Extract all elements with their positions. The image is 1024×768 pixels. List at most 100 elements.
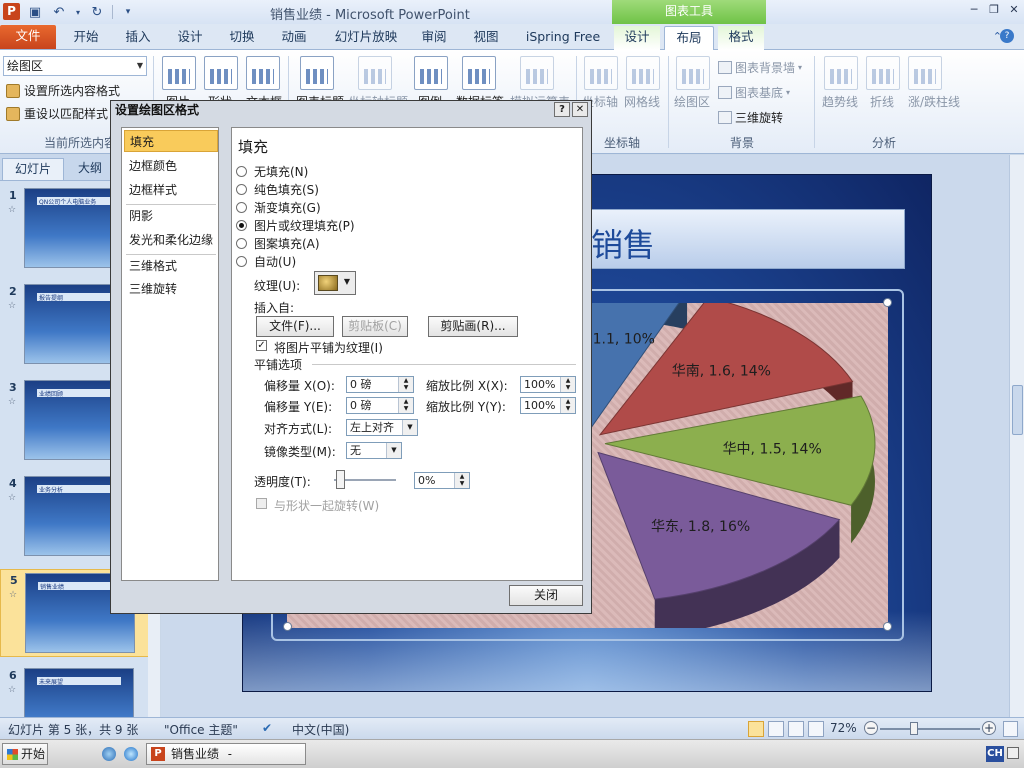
nav-fill[interactable]: 填充: [124, 130, 218, 152]
dialog-help-button[interactable]: ?: [554, 102, 570, 117]
zoom-slider-knob[interactable]: [910, 722, 918, 735]
nav-border-color[interactable]: 边框颜色: [124, 155, 218, 177]
reset-style-button[interactable]: 重设以匹配样式: [6, 105, 108, 122]
scale-x-input[interactable]: 100% ▲ ▼: [520, 376, 576, 393]
chart-elements-combo[interactable]: 绘图区 ▼: [3, 56, 147, 76]
spinner-arrows-icon[interactable]: ▲ ▼: [398, 377, 413, 392]
radio-pattern-fill[interactable]: 图案填充(A): [236, 235, 320, 252]
language-status[interactable]: 中文(中国): [292, 721, 349, 738]
resize-handle[interactable]: [283, 622, 292, 631]
nav-3d-rotation[interactable]: 三维旋转: [124, 278, 218, 300]
radio-gradient-fill[interactable]: 渐变填充(G): [236, 199, 321, 216]
zoom-slider-track[interactable]: [880, 728, 980, 730]
spinner-arrows-icon[interactable]: ▲ ▼: [560, 377, 575, 392]
redo-icon[interactable]: ↻: [88, 3, 106, 21]
tab-file[interactable]: 文件: [0, 25, 56, 49]
customize-qat-icon[interactable]: ▾: [119, 3, 137, 21]
save-icon[interactable]: ▣: [26, 3, 44, 21]
insert-clipart-button[interactable]: 剪贴画(R)...: [428, 316, 518, 337]
tray-icon[interactable]: [1007, 747, 1019, 759]
tab-design[interactable]: 设计: [168, 26, 212, 50]
spinner-arrows-icon[interactable]: ▲ ▼: [560, 398, 575, 413]
slide-thumbnail[interactable]: 未来展望: [24, 668, 134, 717]
nav-3d-format[interactable]: 三维格式: [124, 255, 218, 277]
zoom-out-button[interactable]: −: [864, 721, 878, 735]
reading-view-icon[interactable]: [788, 721, 804, 737]
normal-view-icon[interactable]: [748, 721, 764, 737]
lines-button[interactable]: [866, 56, 900, 90]
tab-insert[interactable]: 插入: [116, 26, 160, 50]
scrollbar-thumb[interactable]: [1012, 385, 1023, 435]
undo-icon[interactable]: ↶: [50, 3, 68, 21]
zoom-level[interactable]: 72%: [830, 721, 857, 735]
transparency-input[interactable]: 0% ▲ ▼: [414, 472, 470, 489]
transparency-slider-knob[interactable]: [336, 470, 345, 489]
insert-clipboard-button[interactable]: 剪贴板(C): [342, 316, 408, 337]
restore-button[interactable]: ❐: [986, 2, 1002, 18]
insert-file-button[interactable]: 文件(F)...: [256, 316, 334, 337]
slide-thumbnail-row[interactable]: 6 ☆ 未来展望: [0, 665, 150, 717]
gridlines-button[interactable]: [626, 56, 660, 90]
insert-textbox-button[interactable]: [246, 56, 280, 90]
format-selection-button[interactable]: 设置所选内容格式: [6, 82, 120, 99]
spinner-arrows-icon[interactable]: ▲ ▼: [454, 473, 469, 488]
nav-glow-soft-edges[interactable]: 发光和柔化边缘: [124, 229, 218, 251]
close-window-button[interactable]: ✕: [1006, 2, 1022, 18]
powerpoint-logo-icon[interactable]: P: [3, 3, 20, 20]
fit-to-window-icon[interactable]: [1003, 721, 1018, 737]
rotation-3d-button[interactable]: 三维旋转: [718, 109, 783, 126]
minimize-button[interactable]: ─: [966, 2, 982, 18]
tab-slides[interactable]: 幻灯片: [2, 158, 65, 180]
tab-format[interactable]: 格式: [718, 26, 764, 50]
radio-solid-fill[interactable]: 纯色填充(S): [236, 181, 319, 198]
start-button[interactable]: 开始: [2, 743, 48, 765]
nav-shadow[interactable]: 阴影: [124, 205, 218, 227]
dialog-close-button[interactable]: 关闭: [509, 585, 583, 606]
tab-view[interactable]: 视图: [464, 26, 508, 50]
up-down-bars-button[interactable]: [908, 56, 942, 90]
nav-border-style[interactable]: 边框样式: [124, 179, 218, 201]
spinner-arrows-icon[interactable]: ▲ ▼: [398, 398, 413, 413]
ie-icon[interactable]: [124, 747, 138, 761]
ime-indicator[interactable]: CH: [986, 746, 1004, 762]
insert-shapes-button[interactable]: [204, 56, 238, 90]
theme-status[interactable]: "Office 主题": [164, 721, 238, 738]
trendline-button[interactable]: [824, 56, 858, 90]
plot-area-button[interactable]: [676, 56, 710, 90]
taskbar-powerpoint-window[interactable]: P 销售业绩 - Microsof...: [146, 743, 306, 768]
slide-title-box[interactable]: 销售: [542, 209, 905, 269]
chart-floor-button[interactable]: 图表基底 ▾: [718, 84, 790, 101]
undo-dropdown-icon[interactable]: ▾: [74, 3, 82, 21]
tile-texture-checkbox[interactable]: ✓: [256, 340, 267, 351]
tab-animations[interactable]: 动画: [272, 26, 316, 50]
slide-sorter-view-icon[interactable]: [768, 721, 784, 737]
insert-picture-button[interactable]: [162, 56, 196, 90]
legend-button[interactable]: [414, 56, 448, 90]
help-icon[interactable]: ?: [1000, 29, 1014, 43]
axes-button[interactable]: [584, 56, 618, 90]
resize-handle[interactable]: [883, 622, 892, 631]
scale-y-input[interactable]: 100% ▲ ▼: [520, 397, 576, 414]
dialog-close-x-button[interactable]: ✕: [572, 102, 588, 117]
chart-wall-button[interactable]: 图表背景墙 ▾: [718, 59, 802, 76]
offset-y-input[interactable]: 0 磅 ▲ ▼: [346, 397, 414, 414]
chart-title-button[interactable]: [300, 56, 334, 90]
tab-chart-design[interactable]: 设计: [614, 26, 660, 50]
workspace-scrollbar[interactable]: [1009, 155, 1024, 717]
spellcheck-icon[interactable]: ✔: [262, 721, 272, 735]
zoom-in-button[interactable]: +: [982, 721, 996, 735]
texture-picker-button[interactable]: ▼: [314, 271, 356, 295]
tab-home[interactable]: 开始: [64, 26, 108, 50]
axis-title-button[interactable]: [358, 56, 392, 90]
alignment-select[interactable]: 左上对齐 ▼: [346, 419, 418, 436]
radio-automatic[interactable]: 自动(U): [236, 253, 296, 270]
tab-ispring[interactable]: iSpring Free: [518, 26, 608, 50]
rotate-with-shape-checkbox[interactable]: [256, 498, 267, 509]
mirror-type-select[interactable]: 无 ▼: [346, 442, 402, 459]
slideshow-view-icon[interactable]: [808, 721, 824, 737]
resize-handle[interactable]: [883, 298, 892, 307]
browser-icon[interactable]: [102, 747, 116, 761]
tab-review[interactable]: 审阅: [412, 26, 456, 50]
tab-transitions[interactable]: 切换: [220, 26, 264, 50]
radio-no-fill[interactable]: 无填充(N): [236, 163, 308, 180]
